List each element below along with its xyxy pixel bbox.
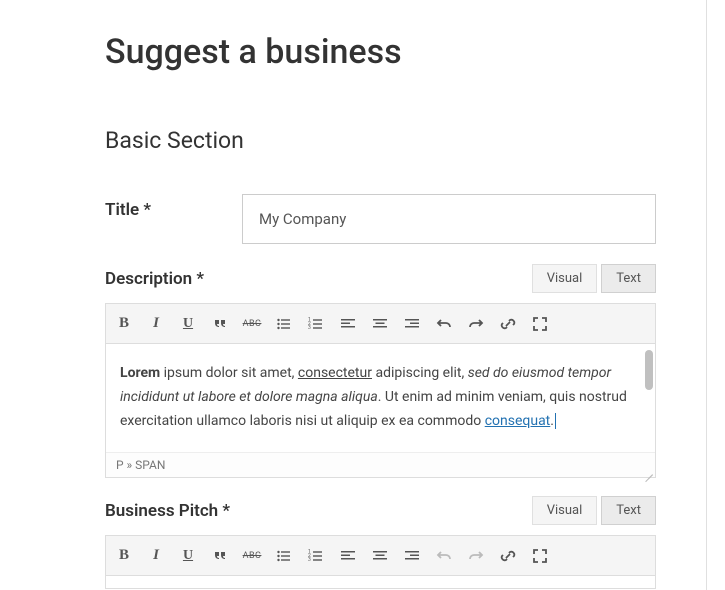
align-right-button[interactable] <box>402 314 422 334</box>
undo-icon <box>436 548 452 564</box>
align-right-button[interactable] <box>402 546 422 566</box>
blockquote-button[interactable] <box>210 314 230 334</box>
svg-text:3: 3 <box>308 325 311 331</box>
undo-icon <box>436 316 452 332</box>
text-underline: consectetur <box>298 365 372 381</box>
list-ol-icon: 123 <box>308 548 324 564</box>
fullscreen-button[interactable] <box>530 546 550 566</box>
align-center-button[interactable] <box>370 546 390 566</box>
title-label: Title * <box>105 200 151 220</box>
tab-text-pitch[interactable]: Text <box>601 496 656 525</box>
underline-button[interactable]: U <box>178 314 198 334</box>
editor-status-bar: P » SPAN <box>106 452 655 477</box>
redo-button[interactable] <box>466 314 486 334</box>
element-path: P » SPAN <box>116 458 165 472</box>
undo-button[interactable] <box>434 546 454 566</box>
description-editor: B I U ABC 123 <box>105 303 656 478</box>
list-ul-icon <box>276 548 292 564</box>
quote-icon <box>212 548 228 564</box>
align-center-button[interactable] <box>370 314 390 334</box>
unordered-list-button[interactable] <box>274 314 294 334</box>
strikethrough-button[interactable]: ABC <box>242 546 262 566</box>
underline-button[interactable]: U <box>178 546 198 566</box>
align-left-icon <box>340 316 356 332</box>
bold-button[interactable]: B <box>114 314 134 334</box>
italic-button[interactable]: I <box>146 546 166 566</box>
align-center-icon <box>372 548 388 564</box>
link-button[interactable] <box>498 314 518 334</box>
text-plain: ipsum dolor sit amet, <box>160 365 298 381</box>
pitch-editor-content[interactable] <box>106 576 655 588</box>
ordered-list-button[interactable]: 123 <box>306 546 326 566</box>
quote-icon <box>212 316 228 332</box>
list-ul-icon <box>276 316 292 332</box>
title-input[interactable] <box>242 194 656 244</box>
undo-button[interactable] <box>434 314 454 334</box>
fullscreen-button[interactable] <box>530 314 550 334</box>
align-right-icon <box>404 548 420 564</box>
tab-visual[interactable]: Visual <box>532 264 598 293</box>
text-plain: adipiscing elit, <box>372 365 468 381</box>
editor-toolbar: B I U ABC 123 <box>106 304 655 344</box>
pitch-editor-toolbar: B I U ABC 123 <box>106 536 655 576</box>
editor-tabs-pitch: Visual Text <box>532 496 656 525</box>
link-icon <box>500 548 516 564</box>
align-left-icon <box>340 548 356 564</box>
strikethrough-button[interactable]: ABC <box>242 314 262 334</box>
text-cursor <box>555 413 556 429</box>
italic-button[interactable]: I <box>146 314 166 334</box>
page-title: Suggest a business <box>105 32 656 72</box>
text-bold: Lorem <box>120 365 160 381</box>
redo-button[interactable] <box>466 546 486 566</box>
bold-button[interactable]: B <box>114 546 134 566</box>
text-plain: . <box>550 413 554 429</box>
text-link[interactable]: consequat <box>485 413 551 429</box>
fullscreen-icon <box>532 316 548 332</box>
list-ol-icon: 123 <box>308 316 324 332</box>
svg-text:3: 3 <box>308 557 311 563</box>
blockquote-button[interactable] <box>210 546 230 566</box>
link-icon <box>500 316 516 332</box>
unordered-list-button[interactable] <box>274 546 294 566</box>
align-right-icon <box>404 316 420 332</box>
pitch-editor: B I U ABC 123 <box>105 535 656 589</box>
redo-icon <box>468 316 484 332</box>
tab-visual-pitch[interactable]: Visual <box>532 496 598 525</box>
editor-tabs: Visual Text <box>532 264 656 293</box>
redo-icon <box>468 548 484 564</box>
section-title: Basic Section <box>105 127 656 154</box>
field-title: Title * <box>105 194 656 244</box>
editor-content[interactable]: Lorem ipsum dolor sit amet, consectetur … <box>106 344 655 452</box>
description-label: Description * <box>105 269 204 289</box>
resize-handle[interactable] <box>643 465 653 475</box>
ordered-list-button[interactable]: 123 <box>306 314 326 334</box>
fullscreen-icon <box>532 548 548 564</box>
tab-text[interactable]: Text <box>601 264 656 293</box>
pitch-label: Business Pitch * <box>105 501 230 521</box>
link-button[interactable] <box>498 546 518 566</box>
editor-scrollbar[interactable] <box>645 350 653 390</box>
align-center-icon <box>372 316 388 332</box>
align-left-button[interactable] <box>338 314 358 334</box>
align-left-button[interactable] <box>338 546 358 566</box>
